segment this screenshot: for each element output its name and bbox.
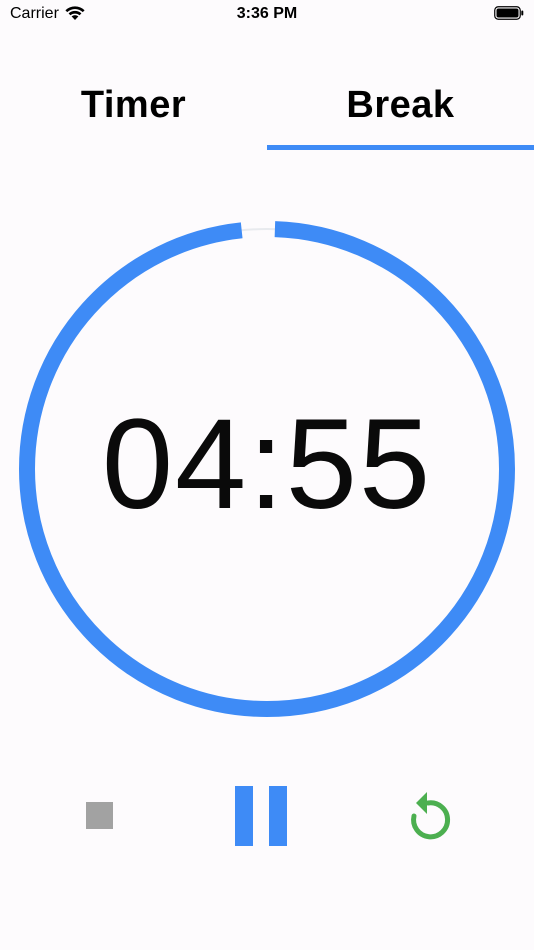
tab-break-label: Break — [346, 84, 455, 126]
timer-ring: 04:55 — [18, 220, 516, 718]
tab-selected-indicator — [267, 145, 534, 150]
tab-timer[interactable]: Timer — [0, 60, 267, 150]
status-bar: Carrier 3:36 PM — [0, 0, 534, 30]
pause-icon-bar — [269, 786, 287, 846]
battery-icon — [494, 6, 524, 20]
reset-button[interactable] — [400, 784, 456, 848]
stop-icon — [86, 802, 113, 829]
timer-controls — [0, 770, 534, 860]
status-time: 3:36 PM — [236, 5, 298, 22]
tab-bar: Timer Break — [0, 60, 534, 150]
reset-icon — [411, 792, 451, 840]
pause-icon — [235, 786, 253, 846]
tab-break[interactable]: Break — [267, 60, 534, 150]
stop-button[interactable] — [80, 795, 120, 835]
pause-button[interactable] — [226, 780, 296, 860]
tab-timer-label: Timer — [80, 84, 187, 126]
countdown-display: 04:55 — [101, 393, 433, 536]
